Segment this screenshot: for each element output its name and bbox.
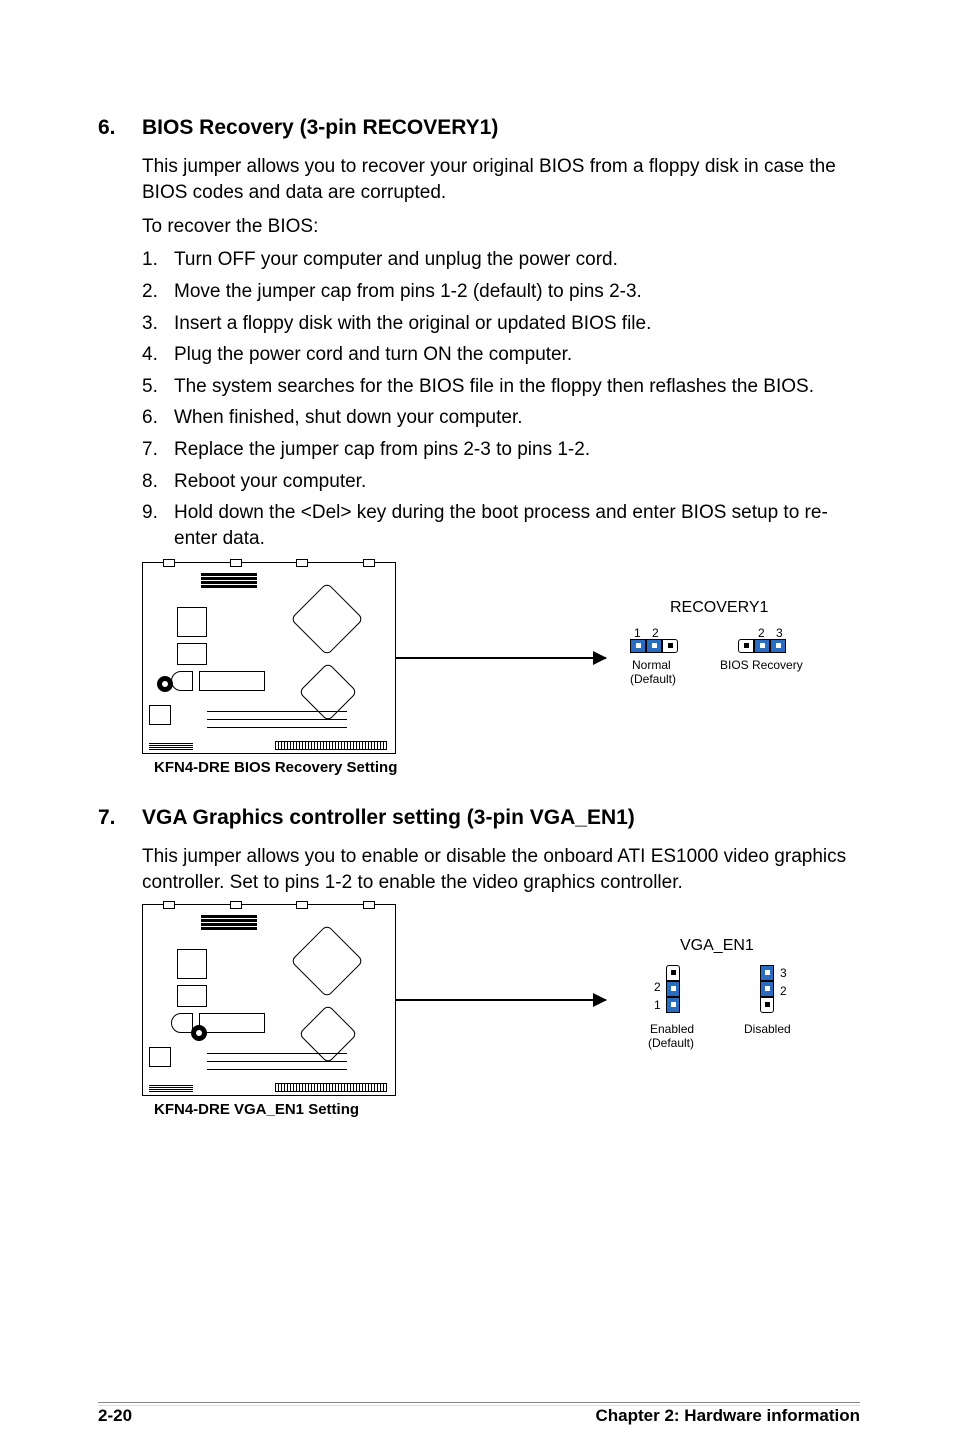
step-1: Turn OFF your computer and unplug the po… — [174, 247, 618, 273]
vga-pin-3: 3 — [780, 965, 787, 981]
motherboard-illustration — [142, 562, 396, 754]
recovery-jumper-area: RECOVERY1 1 2 Normal (Default) 2 3 BIOS … — [610, 593, 860, 723]
chapter-label: Chapter 2: Hardware information — [596, 1405, 861, 1428]
jumper-recovery-label: BIOS Recovery — [720, 657, 803, 673]
section-7-number: 7. — [98, 804, 142, 832]
recovery-header: RECOVERY1 — [670, 597, 768, 619]
section-6-number: 6. — [98, 114, 142, 142]
vga-pin-2b: 2 — [780, 983, 787, 999]
vga-diagram: VGA_EN1 2 1 Enabled (Default) 3 2 Disabl… — [142, 904, 860, 1096]
arrow-icon-2 — [396, 999, 606, 1001]
vga-pin-2: 2 — [654, 979, 661, 995]
jumper-normal-sub: (Default) — [630, 671, 676, 687]
section-6-steps: 1.Turn OFF your computer and unplug the … — [142, 247, 860, 551]
section-7-title: VGA Graphics controller setting (3-pin V… — [142, 804, 635, 832]
section-7-intro: This jumper allows you to enable or disa… — [142, 844, 860, 895]
jumper-enabled — [666, 965, 680, 1013]
step-6: When finished, shut down your computer. — [174, 405, 523, 431]
step-2: Move the jumper cap from pins 1-2 (defau… — [174, 279, 642, 305]
arrow-icon — [396, 657, 606, 659]
step-5: The system searches for the BIOS file in… — [174, 374, 814, 400]
motherboard-illustration-2 — [142, 904, 396, 1096]
step-8: Reboot your computer. — [174, 469, 366, 495]
section-6-intro: This jumper allows you to recover your o… — [142, 154, 860, 205]
step-3: Insert a floppy disk with the original o… — [174, 311, 651, 337]
footer: 2-20 Chapter 2: Hardware information — [98, 1405, 860, 1428]
vga-pin-1: 1 — [654, 997, 661, 1013]
step-7: Replace the jumper cap from pins 2-3 to … — [174, 437, 590, 463]
vga-jumper-area: VGA_EN1 2 1 Enabled (Default) 3 2 Disabl… — [610, 935, 860, 1065]
section-6-lead: To recover the BIOS: — [142, 214, 860, 240]
vga-caption: KFN4-DRE VGA_EN1 Setting — [154, 1100, 860, 1120]
section-7-heading: 7. VGA Graphics controller setting (3-pi… — [98, 804, 860, 832]
page-number: 2-20 — [98, 1405, 132, 1428]
jumper-enabled-sub: (Default) — [648, 1035, 694, 1051]
jumper-disabled-label: Disabled — [744, 1021, 791, 1037]
jumper-disabled — [760, 965, 774, 1013]
section-6-heading: 6. BIOS Recovery (3-pin RECOVERY1) — [98, 114, 860, 142]
step-9: Hold down the <Del> key during the boot … — [174, 500, 860, 551]
jumper-normal — [630, 639, 678, 653]
recovery-diagram: RECOVERY1 1 2 Normal (Default) 2 3 BIOS … — [142, 562, 860, 754]
recovery-caption: KFN4-DRE BIOS Recovery Setting — [154, 758, 860, 778]
jumper-recovery — [738, 639, 786, 653]
section-6-title: BIOS Recovery (3-pin RECOVERY1) — [142, 114, 498, 142]
vga-header: VGA_EN1 — [680, 935, 754, 957]
step-4: Plug the power cord and turn ON the comp… — [174, 342, 572, 368]
